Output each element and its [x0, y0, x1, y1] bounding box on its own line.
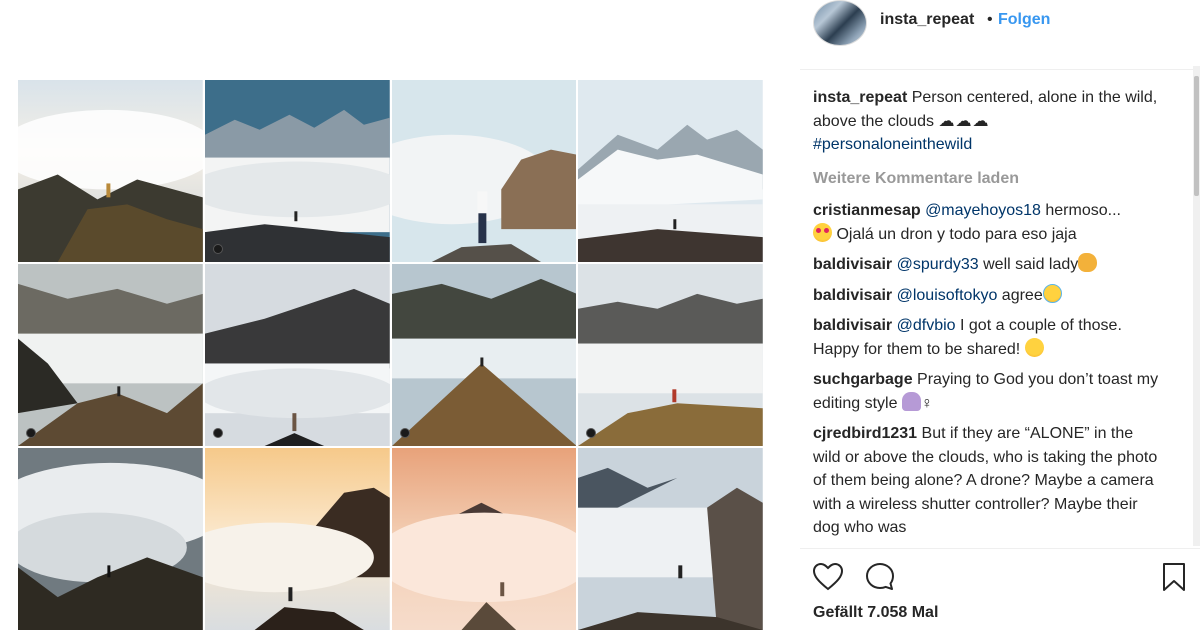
header-separator: • [987, 11, 993, 28]
caption: insta_repeat Person centered, alone in t… [813, 86, 1163, 157]
comment-text: well said lady [983, 256, 1079, 273]
comment-mention[interactable]: @spurdy33 [897, 256, 979, 273]
person-emoji-icon [901, 391, 921, 411]
collage-photo-8 [578, 264, 763, 446]
likes-count[interactable]: Gefällt 7.058 Mal [813, 604, 938, 622]
collage-photo-3 [391, 80, 577, 262]
laughing-emoji-icon [1042, 283, 1062, 303]
comment-username[interactable]: cjredbird1231 [813, 425, 917, 442]
follow-button[interactable]: Folgen [998, 11, 1050, 29]
collage-photo-1 [18, 80, 203, 262]
comment-username[interactable]: cristianmesap [813, 202, 921, 219]
comment-text-continued: Ojalá un dron y todo para eso jaja [836, 225, 1077, 243]
comments-scrollbar[interactable] [1193, 66, 1200, 546]
caption-username[interactable]: insta_repeat [813, 89, 907, 106]
collage-photo-6 [204, 264, 390, 446]
post-sidebar: insta_repeat • Folgen insta_repeat Perso… [800, 0, 1200, 630]
comment-text: hermoso... [1045, 202, 1121, 219]
comment-item: baldivisair @louisoftokyo agree [813, 283, 1163, 308]
user-tag-icon[interactable] [212, 428, 223, 438]
caption-hashtag[interactable]: #personaloneinthewild [813, 136, 972, 153]
female-sign-icon: ♀ [920, 394, 933, 412]
comment-item: cristianmesap @mayehoyos18 hermoso... Oj… [813, 199, 1163, 246]
speech-bubble-icon[interactable] [864, 561, 896, 593]
comment-username[interactable]: baldivisair [813, 256, 892, 273]
comment-mention[interactable]: @louisoftokyo [897, 287, 998, 304]
clapping-hand-emoji-icon [1078, 253, 1098, 272]
header-username[interactable]: insta_repeat [880, 11, 974, 29]
collage-photo-5 [18, 264, 203, 446]
user-tag-icon[interactable] [212, 244, 223, 254]
photo-collage[interactable] [18, 80, 763, 630]
comment-username[interactable]: baldivisair [813, 287, 892, 304]
collage-photo-10 [204, 448, 390, 630]
comment-username[interactable]: baldivisair [813, 317, 892, 334]
user-tag-icon[interactable] [26, 428, 36, 438]
comment-item: suchgarbage Praying to God you don’t toa… [813, 368, 1163, 415]
comment-username[interactable]: suchgarbage [813, 371, 913, 388]
comment-mention[interactable]: @mayehoyos18 [925, 202, 1041, 219]
heart-eyes-emoji-icon [813, 222, 832, 242]
comment-item: cjredbird1231 But if they are “ALONE” in… [813, 422, 1163, 540]
action-bar [800, 548, 1200, 608]
comment-mention[interactable]: @dfvbio [897, 317, 956, 334]
comment-text: agree [1001, 286, 1043, 304]
collage-photo-9 [18, 448, 203, 630]
collage-photo-7 [391, 264, 577, 446]
comment-item: baldivisair @dfvbio I got a couple of th… [813, 314, 1163, 361]
heart-outline-icon[interactable] [812, 561, 844, 593]
bookmark-icon[interactable] [1158, 561, 1190, 593]
load-more-comments-button[interactable]: Weitere Kommentare laden [813, 167, 1163, 191]
avatar[interactable] [813, 0, 867, 46]
winking-emoji-icon [1024, 337, 1044, 357]
collage-photo-11 [391, 448, 577, 630]
comment-item: baldivisair @spurdy33 well said lady [813, 253, 1163, 277]
collage-photo-2 [204, 80, 390, 262]
post-header: insta_repeat • Folgen [800, 0, 1200, 70]
cloud-emojis: ☁☁☁ [938, 112, 990, 130]
scrollbar-thumb[interactable] [1194, 76, 1199, 196]
collage-photo-4 [578, 80, 763, 262]
comments-list[interactable]: insta_repeat Person centered, alone in t… [813, 86, 1163, 541]
collage-photo-12 [578, 448, 763, 630]
user-tag-icon[interactable] [399, 428, 410, 438]
